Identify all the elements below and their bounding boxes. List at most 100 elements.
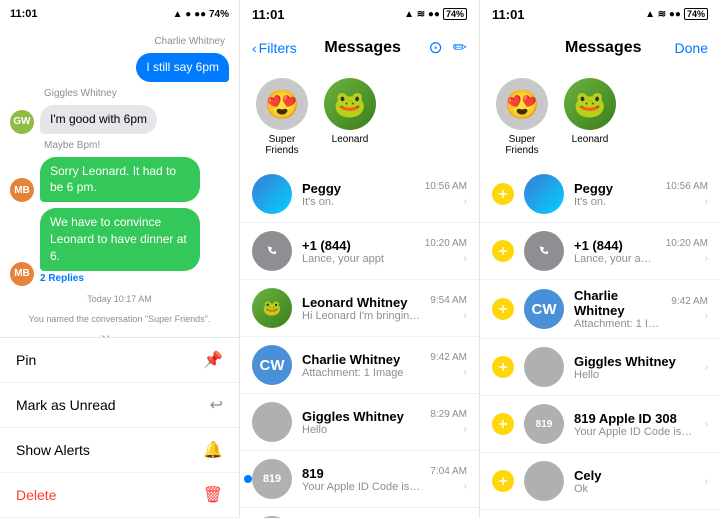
list-item-peggy-3[interactable]: Peggy It's on. 10:56 AM ›: [480, 166, 720, 223]
context-menu: Pin 📌 Mark as Unread ↩ Show Alerts 🔔 Del…: [0, 337, 239, 518]
avatar-leonard: 🐸: [252, 288, 292, 328]
name-cely-3: Cely: [574, 468, 695, 483]
content-charlie-3: Charlie Whitney Attachment: 1 Image: [574, 288, 661, 330]
pinned-super-friends[interactable]: 😍 Super Friends: [252, 78, 312, 156]
ellipsis-icon[interactable]: ⊙: [428, 38, 442, 58]
list-item-leonard[interactable]: 🐸 Leonard Whitney Hi Leonard I'm bringin…: [240, 280, 479, 337]
list-item-819-3[interactable]: 819 819 Apple ID 308 Your Apple ID Code …: [480, 396, 720, 453]
preview-giggles: Hello: [302, 424, 420, 436]
chevron-phone-3: ›: [705, 253, 708, 264]
pin-label: Pin: [16, 352, 36, 368]
back-button[interactable]: ‹ Filters: [252, 40, 297, 56]
incoming-message-3: MB We have to convince Leonard to have d…: [10, 208, 229, 285]
bubble-green-1: Sorry Leonard. It had to be 6 pm.: [40, 157, 200, 203]
pinned-contacts: 😍 Super Friends 🐸 Leonard: [240, 68, 479, 166]
compose-icon[interactable]: ✏: [453, 38, 467, 58]
outgoing-message-1: I still say 6pm: [10, 53, 229, 82]
content-peggy: Peggy It's on.: [302, 181, 415, 208]
avatar-cely-3: [524, 461, 564, 501]
chevron-819-3: ›: [705, 419, 708, 430]
chevron-cely-3: ›: [705, 476, 708, 487]
unread-indicator: [244, 475, 252, 483]
edit-badge-819[interactable]: [492, 413, 514, 435]
list-item-cely-3[interactable]: Cely Ok ›: [480, 453, 720, 510]
sf-label-3: Super Friends: [492, 134, 552, 156]
edit-badge-phone[interactable]: [492, 240, 514, 262]
preview-charlie-3: Attachment: 1 Image: [574, 318, 661, 330]
sender-label-2: Giggles Whitney: [10, 88, 229, 99]
edit-badge-cely[interactable]: [492, 470, 514, 492]
avatar-mb-2: MB: [10, 262, 34, 286]
context-pin[interactable]: Pin 📌: [0, 338, 239, 383]
meta-phone: 10:20 AM ›: [425, 238, 467, 264]
chevron-peggy-3: ›: [705, 196, 708, 207]
nav-bar-2: ‹ Filters Messages ⊙ ✏: [240, 28, 479, 68]
leonard-label: Leonard: [332, 134, 369, 145]
time-giggles: 8:29 AM: [430, 409, 467, 420]
delete-label: Delete: [16, 487, 56, 503]
content-charlie: Charlie Whitney Attachment: 1 Image: [302, 352, 420, 379]
preview-phone-3: Lance, your appt: [574, 253, 656, 265]
content-giggles: Giggles Whitney Hello: [302, 409, 420, 436]
chevron-giggles-3: ›: [705, 362, 708, 373]
list-item-giggles[interactable]: Giggles Whitney Hello 8:29 AM ›: [240, 394, 479, 451]
edit-badge-peggy[interactable]: [492, 183, 514, 205]
replies-badge[interactable]: 2 Replies: [40, 271, 200, 286]
list-item-charlie-3[interactable]: CW Charlie Whitney Attachment: 1 Image 9…: [480, 280, 720, 339]
nav-title-2: Messages: [324, 39, 401, 57]
messages-list-panel: 11:01 ▲ ≋ ●● 74% ‹ Filters Messages ⊙ ✏ …: [240, 0, 480, 518]
avatar-peggy: [252, 174, 292, 214]
meta-leonard: 9:54 AM ›: [430, 295, 467, 321]
context-mark-unread[interactable]: Mark as Unread ↩: [0, 383, 239, 428]
preview-819: Your Apple ID Code is: 308: [302, 481, 420, 493]
content-peggy-3: Peggy It's on.: [574, 181, 656, 208]
conversation-list: Peggy It's on. 10:56 AM › +1 (844) Lance…: [240, 166, 479, 518]
bubble-in-1: I'm good with 6pm: [40, 105, 157, 134]
preview-leonard: Hi Leonard I'm bringing you home some gr…: [302, 310, 420, 322]
pinned-sf-3[interactable]: 😍 Super Friends: [492, 78, 552, 156]
pinned-avatar-leonard-3: 🐸: [564, 78, 616, 130]
sf-emoji: 😍: [265, 88, 300, 121]
incoming-message-1: GW I'm good with 6pm: [10, 105, 229, 134]
pinned-leonard[interactable]: 🐸 Leonard: [324, 78, 376, 156]
time-charlie: 9:42 AM: [430, 352, 467, 363]
list-item-charlie[interactable]: CW Charlie Whitney Attachment: 1 Image 9…: [240, 337, 479, 394]
list-item-cely[interactable]: Cely Ok Yesterday ›: [240, 508, 479, 518]
time-charlie-3: 9:42 AM: [671, 296, 708, 307]
name-charlie: Charlie Whitney: [302, 352, 420, 367]
list-item-819[interactable]: 819 819 Your Apple ID Code is: 308 7:04 …: [240, 451, 479, 508]
back-chevron-icon: ‹: [252, 40, 257, 56]
edit-badge-charlie[interactable]: [492, 298, 514, 320]
chevron-peggy: ›: [464, 196, 467, 207]
avatar-giggles: [252, 402, 292, 442]
pinned-leonard-3[interactable]: 🐸 Leonard: [564, 78, 616, 156]
list-item-phone-3[interactable]: +1 (844) Lance, your appt 10:20 AM ›: [480, 223, 720, 280]
context-show-alerts[interactable]: Show Alerts 🔔: [0, 428, 239, 473]
status-bar-1: 11:01 ▲ ● ●● 74%: [0, 0, 239, 28]
list-item-oldgang-3[interactable]: 👥 The Old Gang He's got life insurance ›: [480, 510, 720, 518]
name-819-3: 819 Apple ID 308: [574, 411, 695, 426]
meta-peggy-3: 10:56 AM ›: [666, 181, 708, 207]
pinned-avatar-leonard: 🐸: [324, 78, 376, 130]
filters-label[interactable]: Filters: [259, 40, 297, 56]
list-item-giggles-3[interactable]: Giggles Whitney Hello ›: [480, 339, 720, 396]
name-819: 819: [302, 466, 420, 481]
preview-peggy-3: It's on.: [574, 196, 656, 208]
list-item-peggy[interactable]: Peggy It's on. 10:56 AM ›: [240, 166, 479, 223]
sf-label: Super Friends: [252, 134, 312, 156]
avatar-819-3: 819: [524, 404, 564, 444]
list-item-phone[interactable]: +1 (844) Lance, your appt 10:20 AM ›: [240, 223, 479, 280]
status-bar-2: 11:01 ▲ ≋ ●● 74%: [240, 0, 479, 28]
context-delete[interactable]: Delete 🗑: [0, 473, 239, 518]
status-icons-3: ▲ ≋ ●● 74%: [645, 8, 708, 20]
meta-cely-3: ›: [705, 476, 708, 487]
name-charlie-3: Charlie Whitney: [574, 288, 661, 318]
chevron-phone: ›: [464, 253, 467, 264]
edit-badge-giggles[interactable]: [492, 356, 514, 378]
content-giggles-3: Giggles Whitney Hello: [574, 354, 695, 381]
system-msg-2: You named the conversation "Super Friend…: [10, 312, 229, 326]
time-3: 11:01: [492, 7, 525, 22]
name-peggy-3: Peggy: [574, 181, 656, 196]
done-button[interactable]: Done: [675, 40, 708, 56]
unread-icon: ↩: [210, 395, 223, 415]
